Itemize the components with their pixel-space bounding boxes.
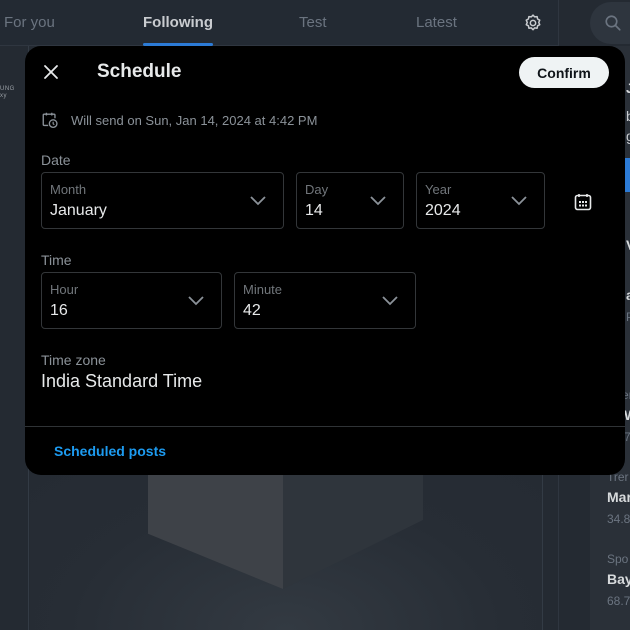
- page: For you Following Test Latest UNG xy J b…: [0, 0, 630, 630]
- search-input[interactable]: [590, 2, 630, 44]
- post-media-image[interactable]: [30, 474, 542, 630]
- trend-count: 34.8: [607, 512, 630, 526]
- dialog-title: Schedule: [97, 61, 182, 82]
- tab-for-you[interactable]: For you: [4, 14, 55, 31]
- chevron-down-icon: [382, 296, 398, 306]
- month-value: January: [50, 202, 107, 219]
- month-select[interactable]: Month January: [41, 172, 284, 229]
- year-label: Year: [425, 182, 452, 197]
- tab-latest[interactable]: Latest: [416, 14, 457, 31]
- tab-test[interactable]: Test: [299, 14, 327, 31]
- minute-label: Minute: [243, 282, 283, 297]
- footer-divider: [25, 426, 625, 427]
- sidebar-fragment: a: [626, 287, 630, 303]
- timezone-value: India Standard Time: [41, 371, 203, 391]
- calendar-clock-icon: [42, 112, 58, 129]
- time-label: Time: [41, 252, 72, 268]
- trend-count: 68.7: [607, 594, 630, 608]
- calendar-icon[interactable]: [573, 192, 593, 212]
- schedule-dialog: Schedule Confirm Will send on Sun, Jan 1…: [25, 46, 625, 475]
- close-icon: [44, 65, 58, 79]
- trend-title[interactable]: Mar: [607, 489, 630, 505]
- day-select[interactable]: Day 14: [296, 172, 404, 229]
- sidebar-fragment: P: [626, 310, 630, 324]
- trend-category: Spo: [607, 552, 629, 566]
- timeline-tabs-bar: For you Following Test Latest: [0, 0, 558, 46]
- close-button[interactable]: [39, 60, 63, 84]
- scheduled-posts-link[interactable]: Scheduled posts: [54, 443, 166, 459]
- chevron-down-icon: [370, 196, 386, 206]
- minute-select[interactable]: Minute 42: [234, 272, 416, 329]
- sidebar-fragment: b: [626, 108, 630, 124]
- date-label: Date: [41, 152, 71, 168]
- schedule-summary-text: Will send on Sun, Jan 14, 2024 at 4:42 P…: [71, 112, 318, 128]
- cube-face-left: [148, 474, 283, 589]
- month-label: Month: [50, 182, 87, 197]
- day-value: 14: [305, 202, 323, 219]
- hour-label: Hour: [50, 282, 79, 297]
- chevron-down-icon: [511, 196, 527, 206]
- brand-snippet-line: xy: [0, 93, 7, 99]
- chevron-down-icon: [250, 196, 266, 206]
- day-label: Day: [305, 182, 329, 197]
- post-brand-snippet: UNG xy: [0, 86, 15, 100]
- trend-title[interactable]: Bay: [607, 571, 630, 587]
- tab-following[interactable]: Following: [143, 14, 213, 31]
- brand-snippet-line: UNG: [0, 86, 15, 92]
- chevron-down-icon: [188, 296, 204, 306]
- schedule-summary: Will send on Sun, Jan 14, 2024 at 4:42 P…: [41, 111, 317, 129]
- timezone-label: Time zone: [41, 352, 106, 368]
- sidebar-fragment: g: [626, 128, 630, 144]
- hour-select[interactable]: Hour 16: [41, 272, 222, 329]
- minute-value: 42: [243, 302, 261, 319]
- year-value: 2024: [425, 202, 461, 219]
- year-select[interactable]: Year 2024: [416, 172, 545, 229]
- confirm-button[interactable]: Confirm: [519, 57, 609, 88]
- hour-value: 16: [50, 302, 68, 319]
- sidebar-fragment: J: [626, 80, 630, 96]
- search-icon: [605, 15, 621, 31]
- gear-icon[interactable]: [523, 13, 543, 33]
- sidebar-fragment: V: [626, 237, 630, 253]
- cube-face-right: [283, 474, 423, 589]
